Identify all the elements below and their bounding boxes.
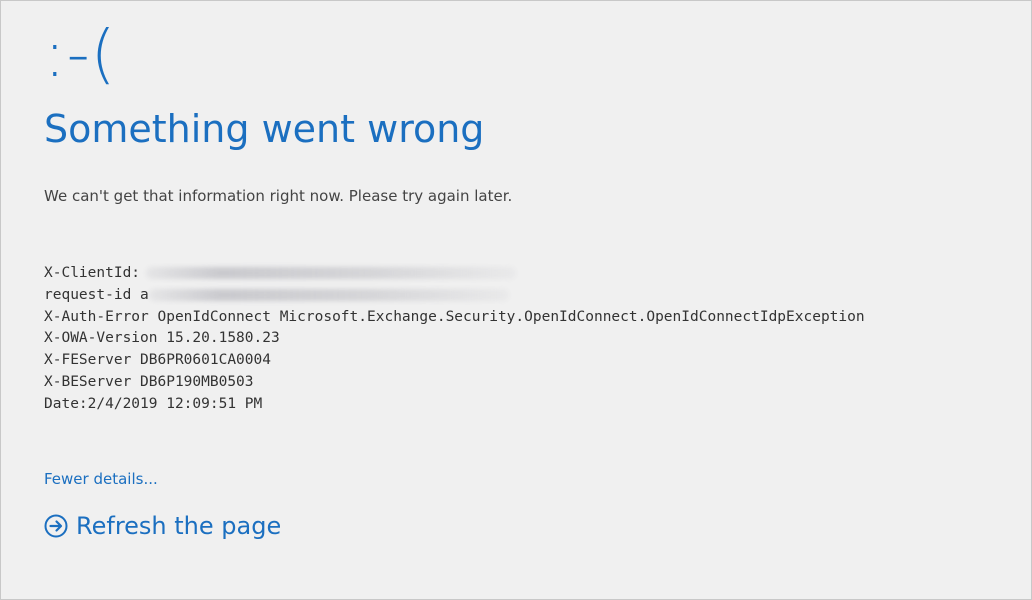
date-line: Date:2/4/2019 12:09:51 PM <box>44 395 263 412</box>
circle-arrow-right-icon <box>44 514 68 538</box>
client-id-label: X-ClientId: <box>44 265 141 281</box>
fewer-details-link[interactable]: Fewer details... <box>44 470 158 488</box>
error-page: :-( Something went wrong We can't get th… <box>0 0 1032 600</box>
owa-version-line: X-OWA-Version 15.20.1580.23 <box>44 330 280 347</box>
fe-server-line: X-FEServer DB6PR0601CA0004 <box>44 352 271 369</box>
refresh-page-link[interactable]: Refresh the page <box>44 512 281 540</box>
redacted-client-id <box>146 267 517 279</box>
error-title: Something went wrong <box>44 107 485 151</box>
error-message: We can't get that information right now.… <box>44 187 513 205</box>
sad-face-icon: :-( <box>44 18 117 92</box>
request-id-line: request-id a <box>44 285 865 307</box>
redacted-request-id <box>148 288 509 301</box>
refresh-page-label: Refresh the page <box>76 512 282 540</box>
auth-error-line: X-Auth-Error OpenIdConnect Microsoft.Exc… <box>44 308 865 325</box>
error-details: X-ClientId: request-id a X-Auth-Error Op… <box>44 263 865 416</box>
be-server-line: X-BEServer DB6P190MB0503 <box>44 373 254 390</box>
request-id-label: request-id a <box>44 286 149 303</box>
client-id-line: X-ClientId: <box>44 263 865 285</box>
